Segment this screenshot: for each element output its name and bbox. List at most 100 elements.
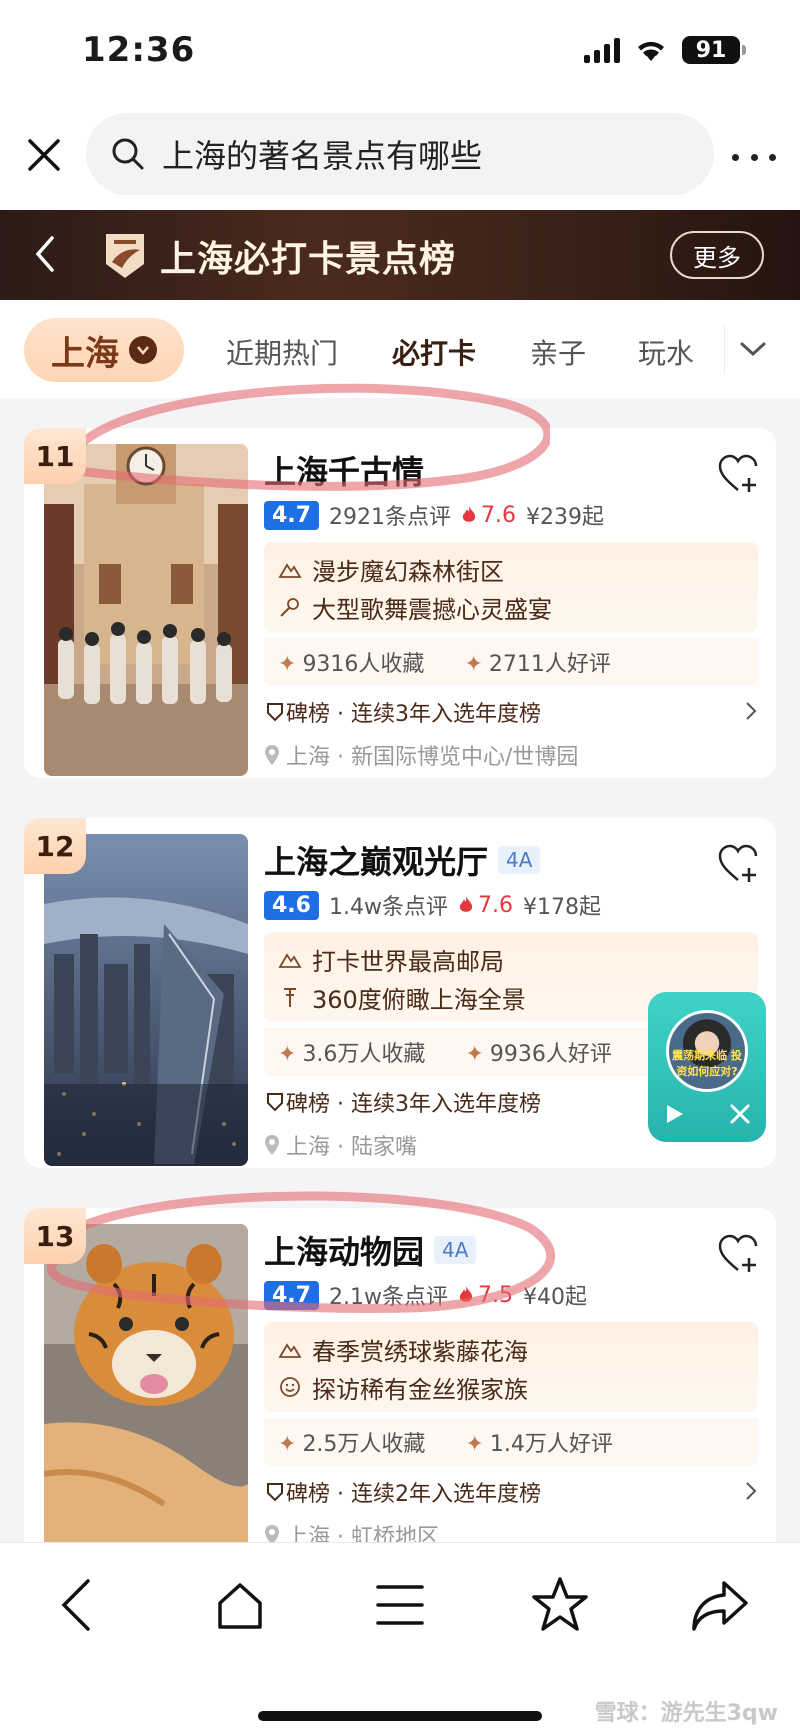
back-icon[interactable]	[48, 1573, 112, 1637]
bottom-toolbar: 雪球：游先生3qw	[0, 1542, 800, 1731]
shield-icon	[267, 703, 283, 722]
attraction-photo[interactable]	[44, 444, 248, 776]
location-pin-icon	[265, 1135, 279, 1155]
search-input[interactable]: 上海的著名景点有哪些	[86, 113, 714, 195]
city-selector[interactable]: 上海	[24, 318, 184, 382]
location-text: 上海 · 新国际博览中心/世博园	[286, 745, 579, 770]
attraction-name: 上海之巅观光厅	[264, 843, 489, 881]
sparkle-icon: ✦	[465, 1042, 484, 1067]
highlight-text: 大型歌舞震撼心灵盛宴	[312, 595, 552, 624]
sparkle-icon: ✦	[278, 1432, 297, 1457]
status-bar: 12:36 91	[0, 0, 800, 105]
review-count: 2921条点评	[328, 505, 451, 530]
location-row: 上海 · 新国际博览中心/世博园	[264, 738, 764, 772]
attraction-photo[interactable]	[44, 834, 248, 1166]
good-reviews-count: 1.4万人好评	[489, 1432, 613, 1457]
attraction-info: 上海千古情 4.7 2921条点评 7.6 ¥239起 漫步魔幻森林街区 大型歌…	[264, 448, 764, 772]
floating-video-player[interactable]: 震荡期来临 投资如何应对?	[648, 992, 766, 1142]
highlight-text: 漫步魔幻森林街区	[312, 557, 504, 586]
favorite-add-icon[interactable]	[716, 842, 760, 886]
rank-badge: 12	[24, 818, 86, 874]
attraction-name: 上海千古情	[264, 453, 425, 491]
rating-score: 4.7	[264, 500, 319, 530]
wifi-icon	[638, 41, 664, 61]
sparkle-icon: ✦	[278, 1042, 297, 1067]
tabs-fade	[684, 310, 724, 388]
share-icon[interactable]	[688, 1573, 752, 1637]
price: ¥178起	[522, 895, 601, 920]
favorite-add-icon[interactable]	[716, 1232, 760, 1276]
watermark: 雪球：游先生3qw	[594, 1701, 778, 1726]
sparkle-icon: ✦	[465, 1432, 484, 1457]
chevron-right-icon	[746, 702, 757, 720]
highlight-text: 探访稀有金丝猴家族	[312, 1375, 528, 1404]
star-icon[interactable]	[528, 1573, 592, 1637]
highlight-text: 打卡世界最高邮局	[312, 947, 504, 976]
price: ¥239起	[525, 505, 604, 530]
more-options-icon[interactable]	[732, 135, 776, 179]
expand-tabs-icon[interactable]	[724, 324, 780, 374]
city-label: 上海	[51, 333, 119, 374]
landscape-icon	[278, 953, 302, 968]
tab-must-visit[interactable]: 必打卡	[392, 332, 477, 374]
stats-row: ✦ 2.5万人收藏 ✦ 1.4万人好评	[264, 1418, 758, 1466]
landscape-icon	[278, 563, 302, 578]
good-reviews-count: 9936人好评	[489, 1042, 612, 1067]
tab-recent-hot[interactable]: 近期热门	[226, 332, 338, 372]
close-icon[interactable]	[22, 133, 66, 177]
status-icons: 91	[584, 36, 746, 64]
close-icon[interactable]	[728, 1102, 752, 1126]
play-icon[interactable]	[662, 1102, 686, 1126]
highlights-box: 漫步魔幻森林街区 大型歌舞震撼心灵盛宴	[264, 542, 758, 632]
sparkle-icon: ✦	[464, 652, 483, 677]
attraction-card[interactable]: 13 上海动物园 4A 4.7 2.1w条点评 7.5 ¥40起 春季赏绣球紫藤…	[24, 1208, 776, 1558]
rating-score: 4.7	[264, 1280, 319, 1310]
ranking-logo-icon	[106, 234, 144, 278]
heat-score: 7.6	[461, 503, 516, 528]
good-reviews-count: 2711人好评	[488, 652, 611, 677]
attraction-photo[interactable]	[44, 1224, 248, 1556]
stats-row: ✦ 9316人收藏 ✦ 2711人好评	[264, 638, 758, 686]
grade-badge: 4A	[498, 846, 541, 874]
video-caption: 震荡期来临 投资如何应对?	[672, 1049, 742, 1078]
video-thumbnail[interactable]: 震荡期来临 投资如何应对?	[666, 1010, 748, 1092]
location-text: 上海 · 陆家嘴	[286, 1135, 417, 1160]
heat-score: 7.6	[458, 893, 513, 918]
tab-family[interactable]: 亲子	[530, 332, 586, 372]
highlights-box: 春季赏绣球紫藤花海 探访稀有金丝猴家族	[264, 1322, 758, 1412]
ranking-banner: 上海必打卡景点榜 更多	[0, 210, 800, 300]
shield-icon	[267, 1483, 283, 1502]
more-button[interactable]: 更多	[670, 231, 764, 279]
search-query: 上海的著名景点有哪些	[162, 137, 483, 175]
flame-icon	[459, 896, 473, 912]
ranking-badge-row[interactable]: 碑榜 · 连续2年入选年度榜	[264, 1472, 764, 1512]
filter-tabs: 上海 近期热门 必打卡 亲子 玩水	[0, 300, 800, 398]
ranking-badge-row[interactable]: 碑榜 · 连续3年入选年度榜	[264, 692, 764, 732]
chevron-down-icon	[129, 336, 157, 364]
shield-icon	[267, 1093, 283, 1112]
heat-score: 7.5	[458, 1283, 513, 1308]
saves-count: 2.5万人收藏	[302, 1432, 426, 1457]
search-header: 上海的著名景点有哪些	[0, 105, 800, 210]
review-count: 2.1w条点评	[328, 1285, 448, 1310]
menu-icon[interactable]	[368, 1573, 432, 1637]
battery-icon: 91	[682, 36, 746, 64]
ranking-text: 碑榜 · 连续2年入选年度榜	[286, 1482, 541, 1507]
magic-wand-icon	[280, 598, 299, 617]
ranking-text: 碑榜 · 连续3年入选年度榜	[286, 702, 541, 727]
landscape-icon	[278, 1343, 302, 1358]
attraction-info: 上海动物园 4A 4.7 2.1w条点评 7.5 ¥40起 春季赏绣球紫藤花海 …	[264, 1228, 764, 1552]
location-pin-icon	[265, 745, 279, 765]
saves-count: 3.6万人收藏	[302, 1042, 426, 1067]
banner-title: 上海必打卡景点榜	[160, 239, 457, 280]
status-time: 12:36	[82, 30, 196, 70]
back-icon[interactable]	[30, 232, 60, 276]
home-icon[interactable]	[208, 1573, 272, 1637]
favorite-add-icon[interactable]	[716, 452, 760, 496]
highlight-text: 春季赏绣球紫藤花海	[312, 1337, 528, 1366]
sparkle-icon: ✦	[278, 652, 297, 677]
attraction-card[interactable]: 11 上海千古情 4.7 2921条点评 7.6 ¥239起 漫步魔幻森林街区 …	[24, 428, 776, 778]
rank-badge: 11	[24, 428, 86, 484]
attraction-name: 上海动物园	[264, 1233, 425, 1271]
flame-icon	[459, 1286, 473, 1302]
